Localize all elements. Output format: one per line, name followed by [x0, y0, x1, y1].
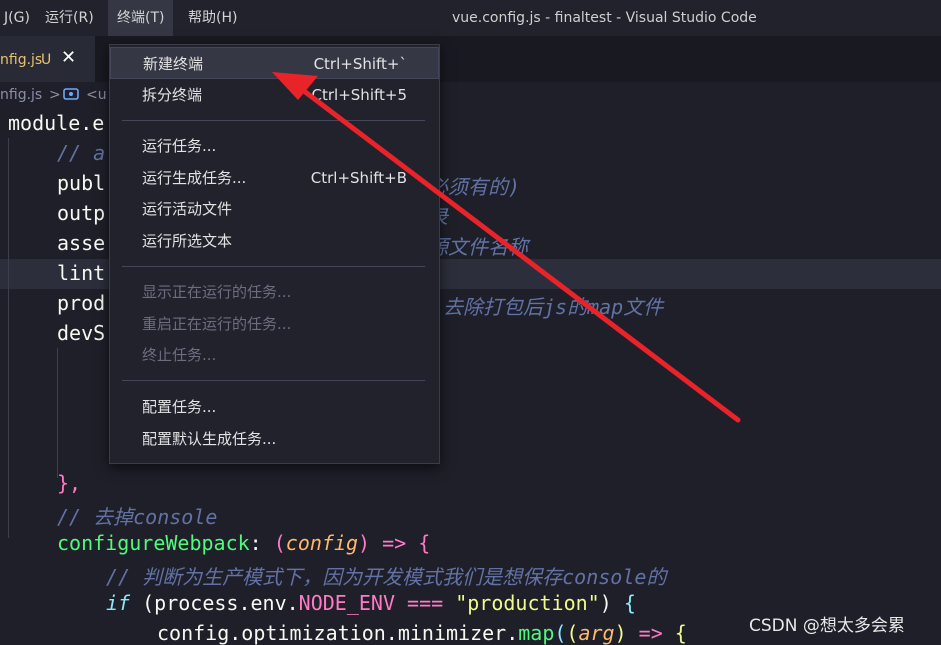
red-arrow-annotation-icon	[272, 72, 741, 423]
csdn-watermark: CSDN @想太多会累	[749, 616, 905, 636]
